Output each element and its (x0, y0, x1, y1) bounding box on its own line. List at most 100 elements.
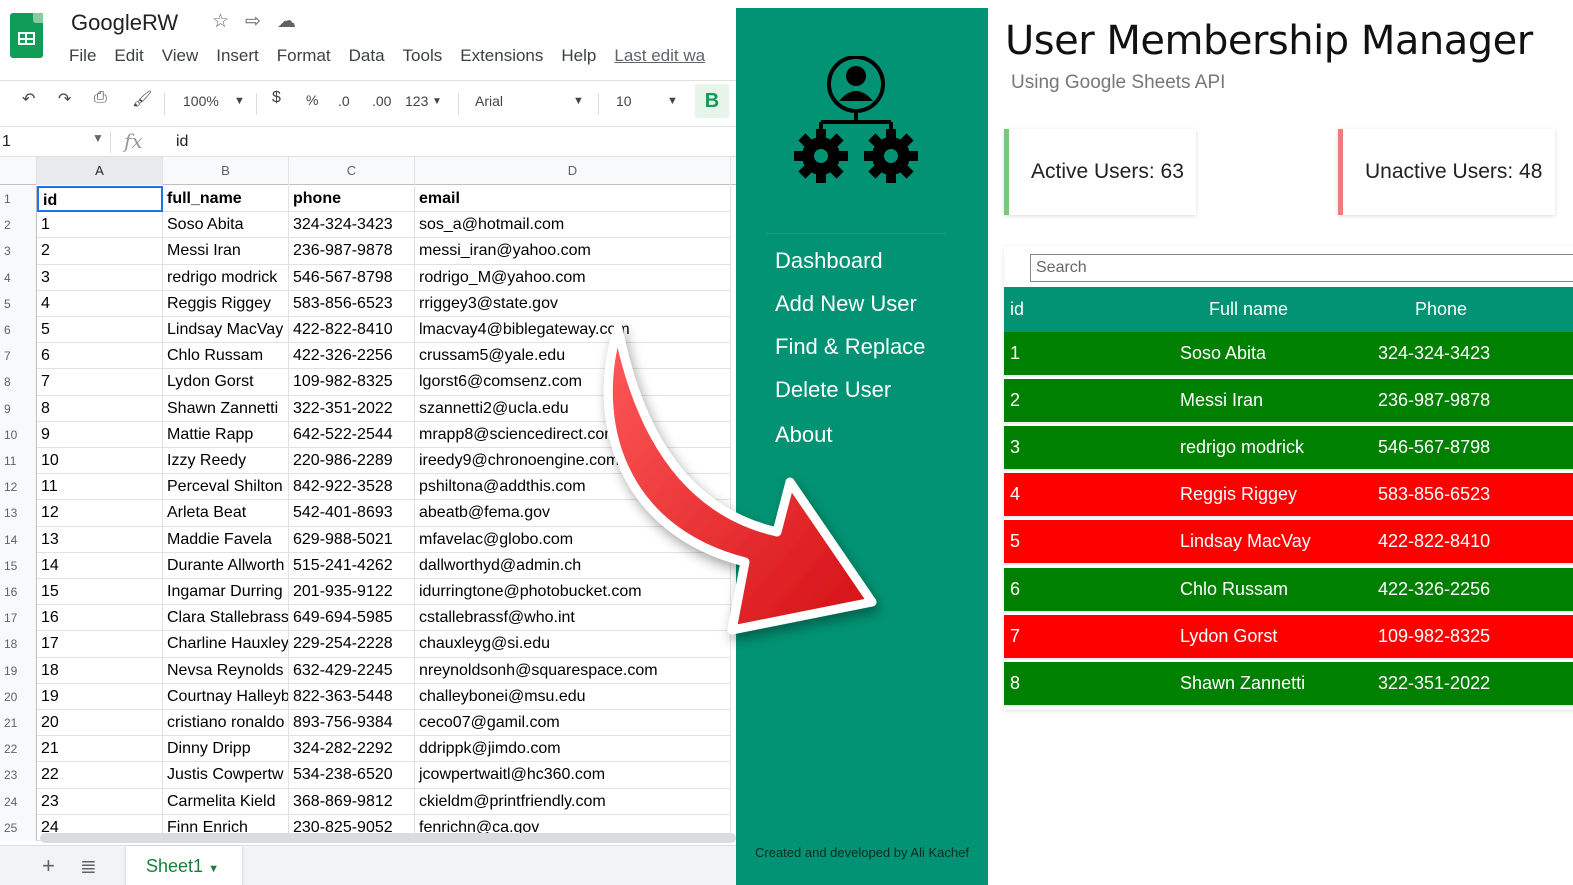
sheet-cell[interactable]: email (415, 186, 731, 213)
sheet-cell[interactable]: rodrigo_M@yahoo.com (415, 264, 731, 291)
sheet-cell[interactable]: 11 (37, 474, 163, 501)
menu-file[interactable]: File (69, 46, 96, 66)
sheet-cell[interactable]: 220-986-2289 (289, 448, 415, 475)
sheet-cell[interactable]: 422-822-8410 (289, 317, 415, 344)
chevron-down-icon[interactable]: ▼ (208, 863, 219, 875)
sheet-cell[interactable]: Justis Cowpertw (163, 762, 289, 789)
row-header[interactable]: 10 (0, 421, 37, 448)
sheet-cell[interactable]: Shawn Zannetti (163, 395, 289, 422)
row-header[interactable]: 15 (0, 552, 37, 579)
row-header[interactable]: 12 (0, 474, 37, 501)
row-header[interactable]: 6 (0, 317, 37, 344)
sheet-cell[interactable]: 422-326-2256 (289, 343, 415, 370)
sheet-cell[interactable]: 893-756-9384 (289, 710, 415, 737)
sheet-cell[interactable]: 22 (37, 762, 163, 789)
sheet-cell[interactable]: 15 (37, 579, 163, 606)
sheet-cell[interactable]: 7 (37, 369, 163, 396)
column-header-b[interactable]: B (163, 157, 289, 185)
menu-data[interactable]: Data (349, 46, 385, 66)
chevron-down-icon[interactable]: ▼ (432, 96, 442, 107)
row-header[interactable]: 16 (0, 579, 37, 606)
sheet-cell[interactable]: 542-401-8693 (289, 500, 415, 527)
sheet-cell[interactable]: Chlo Russam (163, 343, 289, 370)
sheet-cell[interactable]: 9 (37, 421, 163, 448)
sheet-cell[interactable]: 842-922-3528 (289, 474, 415, 501)
table-row[interactable]: 6 Chlo Russam 422-326-2256 (1004, 567, 1573, 613)
sheet-cell[interactable]: Reggis Riggey (163, 290, 289, 317)
sheet-cell[interactable]: phone (289, 186, 415, 213)
sheet-cell[interactable]: 3 (37, 264, 163, 291)
row-header[interactable]: 13 (0, 500, 37, 527)
row-header[interactable]: 17 (0, 605, 37, 632)
row-header[interactable]: 9 (0, 395, 37, 422)
sheet-cell[interactable]: Maddie Favela (163, 526, 289, 553)
menu-extensions[interactable]: Extensions (460, 46, 543, 66)
all-sheets-icon[interactable]: ≣ (80, 854, 97, 879)
sheet-cell[interactable]: 822-363-5448 (289, 683, 415, 710)
table-row[interactable]: 7 Lydon Gorst 109-982-8325 (1004, 614, 1573, 660)
sheet-cell[interactable]: sos_a@hotmail.com (415, 212, 731, 239)
chevron-down-icon[interactable]: ▼ (573, 95, 584, 107)
row-header[interactable]: 8 (0, 369, 37, 396)
sheet-cell[interactable]: Arleta Beat (163, 500, 289, 527)
print-icon[interactable]: ⎙ (94, 89, 107, 107)
sheet-cell[interactable]: nreynoldsonh@squarespace.com (415, 657, 731, 684)
undo-icon[interactable]: ↶ (22, 89, 35, 109)
font-size-select[interactable]: 10 (616, 93, 632, 109)
row-header[interactable]: 11 (0, 448, 37, 475)
font-family-select[interactable]: Arial (475, 93, 503, 109)
sheet-cell[interactable]: Messi Iran (163, 238, 289, 265)
sheet-cell[interactable]: ceco07@gamil.com (415, 710, 731, 737)
sheet-cell[interactable]: 20 (37, 710, 163, 737)
formula-input[interactable]: id (176, 133, 188, 151)
sheets-logo-icon[interactable] (10, 13, 43, 58)
sheet-cell[interactable]: 109-982-8325 (289, 369, 415, 396)
sheet-cell[interactable]: 12 (37, 500, 163, 527)
sheet-cell[interactable]: Lindsay MacVay (163, 317, 289, 344)
sheet-cell[interactable]: 5 (37, 317, 163, 344)
sheet-cell[interactable]: Courtnay Halleyb (163, 683, 289, 710)
document-title[interactable]: GoogleRW (71, 10, 178, 36)
sheet-cell[interactable]: 515-241-4262 (289, 552, 415, 579)
table-row[interactable]: 1 Soso Abita 324-324-3423 (1004, 332, 1573, 377)
sheet-cell[interactable]: 201-935-9122 (289, 579, 415, 606)
row-header[interactable]: 22 (0, 736, 37, 763)
sheet-cell[interactable]: 229-254-2228 (289, 631, 415, 658)
name-box[interactable]: 1 (2, 133, 11, 151)
menu-view[interactable]: View (162, 46, 199, 66)
table-row[interactable]: 2 Messi Iran 236-987-9878 (1004, 379, 1573, 425)
sheet-cell[interactable]: redrigo modrick (163, 264, 289, 291)
currency-format-button[interactable]: $ (272, 89, 281, 107)
sheet-cell[interactable]: 629-988-5021 (289, 526, 415, 553)
menu-format[interactable]: Format (277, 46, 331, 66)
sheet-cell[interactable]: Clara Stallebrass (163, 605, 289, 632)
select-all-corner[interactable] (0, 157, 37, 185)
sheet-cell[interactable]: 546-567-8798 (289, 264, 415, 291)
sheet-cell[interactable]: 10 (37, 448, 163, 475)
chevron-down-icon[interactable]: ▼ (234, 95, 245, 107)
sheet-cell[interactable]: ddrippk@jimdo.com (415, 736, 731, 763)
sheet-cell[interactable]: 4 (37, 290, 163, 317)
sheet-cell[interactable]: 13 (37, 526, 163, 553)
sheet-cell[interactable]: Lydon Gorst (163, 369, 289, 396)
add-sheet-icon[interactable]: + (42, 853, 55, 879)
sheet-cell[interactable]: 534-238-6520 (289, 762, 415, 789)
bold-button[interactable]: B (695, 84, 729, 118)
more-formats-button[interactable]: 123 (405, 93, 428, 109)
increase-decimal-button[interactable]: .00 (372, 93, 391, 109)
sheet-cell[interactable]: full_name (163, 186, 289, 213)
chevron-down-icon[interactable]: ▼ (92, 131, 104, 145)
menu-edit[interactable]: Edit (114, 46, 143, 66)
sheet-cell[interactable]: Ingamar Durring (163, 579, 289, 606)
row-header[interactable]: 2 (0, 212, 37, 239)
sheet-cell[interactable]: 2 (37, 238, 163, 265)
sheet-cell[interactable]: Perceval Shilton (163, 474, 289, 501)
sheet-cell[interactable]: 19 (37, 683, 163, 710)
move-folder-icon[interactable]: ⇨ (245, 10, 261, 33)
sheet-cell[interactable]: 322-351-2022 (289, 395, 415, 422)
decrease-decimal-button[interactable]: .0 (338, 93, 350, 109)
paint-format-icon[interactable]: 🖌 (132, 89, 152, 109)
row-header[interactable]: 23 (0, 762, 37, 789)
redo-icon[interactable]: ↷ (58, 89, 71, 109)
menu-insert[interactable]: Insert (216, 46, 259, 66)
